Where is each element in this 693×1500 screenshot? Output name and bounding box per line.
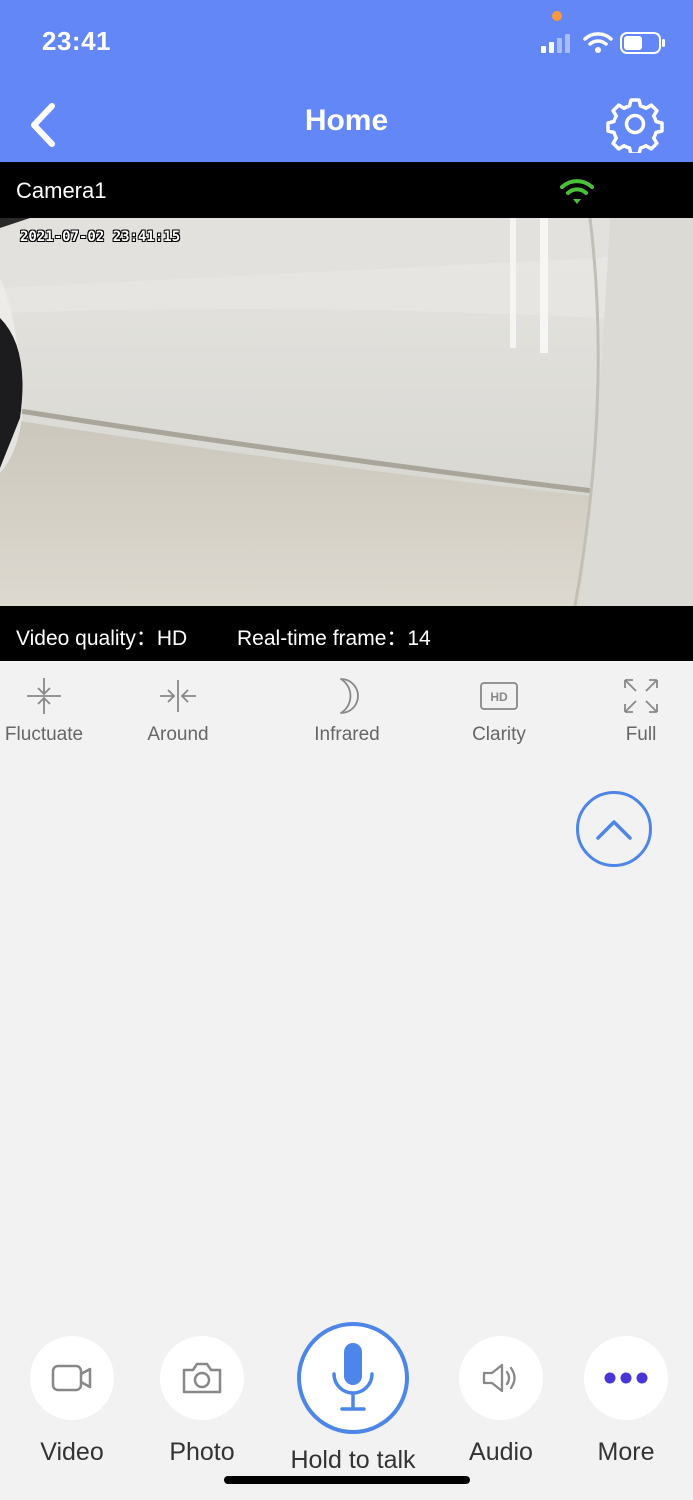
clarity-control[interactable]: HD Clarity (444, 674, 554, 746)
cellular-signal-icon (541, 34, 570, 53)
control-label: Around (147, 724, 209, 745)
battery-icon (620, 32, 665, 54)
around-icon (160, 680, 196, 712)
action-label: More (597, 1438, 655, 1466)
audio-action[interactable]: Audio (443, 1336, 559, 1467)
hold-to-talk-action[interactable]: Hold to talk (273, 1322, 433, 1475)
action-label: Photo (169, 1438, 235, 1466)
hd-icon: HD (480, 682, 518, 710)
page-title: Home (304, 104, 389, 137)
video-frame (0, 218, 693, 606)
audio-button[interactable] (459, 1336, 543, 1420)
speaker-icon (482, 1363, 516, 1393)
action-label: Video (40, 1438, 104, 1466)
infrared-control[interactable]: Infrared (292, 674, 402, 746)
status-time: 23:41 (42, 26, 111, 56)
fluctuate-icon (27, 678, 61, 714)
control-label: Clarity (472, 724, 526, 745)
moon-icon (340, 678, 359, 714)
wifi-status-icon (583, 32, 613, 53)
camera-icon (182, 1362, 222, 1394)
control-label: Infrared (314, 724, 380, 745)
camera-name: Camera1 (16, 178, 107, 203)
video-button[interactable] (30, 1336, 114, 1420)
talk-button[interactable] (297, 1322, 409, 1434)
more-action[interactable]: More (568, 1336, 684, 1467)
wifi-connected-icon (560, 179, 594, 204)
expand-panel-button[interactable] (576, 791, 652, 867)
action-label: Hold to talk (290, 1446, 416, 1474)
video-timestamp: 2021-07-02 23:41:15 (20, 229, 181, 245)
microphone-icon (332, 1343, 374, 1411)
fullscreen-icon (624, 679, 658, 713)
video-quality-label: Video quality：HD (16, 627, 188, 650)
svg-text:HD: HD (490, 690, 508, 704)
fluctuate-control[interactable]: Fluctuate (0, 674, 99, 746)
settings-button[interactable] (606, 95, 664, 156)
action-label: Audio (469, 1438, 533, 1466)
gear-icon (606, 98, 664, 156)
live-video-feed[interactable] (0, 218, 693, 606)
video-camera-icon (51, 1364, 92, 1392)
more-dots-icon (604, 1372, 648, 1384)
chevron-up-icon (596, 820, 632, 840)
around-control[interactable]: Around (123, 674, 233, 746)
stream-info-bar: Video quality：HD Real-time frame：14 (0, 606, 693, 661)
take-photo-action[interactable]: Photo (144, 1336, 260, 1467)
privacy-indicator-dot (552, 11, 562, 21)
record-video-action[interactable]: Video (14, 1336, 130, 1467)
control-label: Fluctuate (4, 724, 84, 745)
home-indicator (224, 1476, 470, 1484)
control-label: Full (625, 724, 657, 745)
app-header: 23:41 Home (0, 0, 693, 162)
fullscreen-control[interactable]: Full (586, 674, 693, 746)
frame-rate-label: Real-time frame：14 (237, 627, 431, 650)
more-button[interactable] (584, 1336, 668, 1420)
photo-button[interactable] (160, 1336, 244, 1420)
